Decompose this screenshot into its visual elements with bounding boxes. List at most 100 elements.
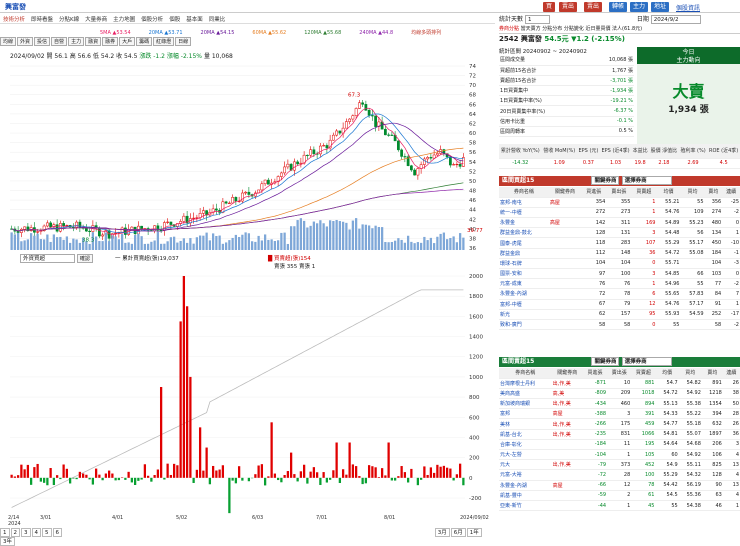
broker-cell: 57.83 [680, 289, 704, 299]
address-button[interactable]: 地址 [651, 2, 669, 12]
candle [345, 122, 347, 129]
broker-cell: 252 [705, 309, 723, 319]
tab-map[interactable]: 主力地圖 [110, 14, 138, 24]
broker-row[interactable]: 永豐金-內湖高屋-66127854.4256.199013 [499, 480, 740, 490]
page-tab[interactable]: 6 [53, 528, 63, 537]
broker-cell: 26 [723, 378, 740, 388]
tool-big[interactable]: 大戶 [119, 37, 135, 46]
page-tab[interactable]: 5 [42, 528, 52, 537]
chip-bar [176, 465, 178, 478]
tool-daily[interactable]: 日線 [175, 37, 191, 46]
broker-row[interactable]: 群益金鼎1121483654.7255.08184-1 [499, 248, 740, 258]
range-3m[interactable]: 3月 [435, 528, 450, 537]
volume-bar [199, 236, 201, 250]
broker-row[interactable]: 凱基-豐中-5926154.555.36634 [499, 490, 740, 500]
broker-row[interactable]: 美林出,作,美-26617545954.7755.1863226 [499, 419, 740, 429]
tab-realtime[interactable]: 即時看盤 [28, 14, 56, 24]
confirm-button[interactable]: 確認 [77, 254, 93, 263]
broker-row[interactable]: 群益金鼎-鼓北128131354.48561341 [499, 228, 740, 238]
broker-row[interactable]: 環球-石牌104104055.71104-3 [499, 258, 740, 268]
tool-light[interactable]: 紅綠燈 [153, 37, 174, 46]
price-chart[interactable]: 7472706866646260585654525048464442403836… [10, 60, 490, 252]
broker-row[interactable]: 元大出,作,美-7937345254.955.1182513 [499, 460, 740, 470]
broker-cell: 195 [631, 439, 655, 449]
broker-cell: 209 [607, 388, 631, 398]
tool-dealer[interactable]: 自營 [51, 37, 67, 46]
tab-kline[interactable]: 分點K線 [56, 14, 82, 24]
range-1y[interactable]: 1年 [467, 528, 482, 537]
broker-row[interactable]: 台灣摩根士丹利出,作,美-8711088154.754.8289126 [499, 378, 740, 388]
tab-tech[interactable]: 技術分析 [0, 14, 28, 24]
tab-broker[interactable]: 大量券商 [82, 14, 110, 24]
chip-bar [407, 478, 409, 483]
tool-main[interactable]: 主力 [68, 37, 84, 46]
broker-row[interactable]: 富邦-中壢67791254.7657.17911 [499, 299, 740, 309]
page-tab[interactable]: 3 [21, 528, 31, 537]
broker-row[interactable]: 國票-安和97100354.85661030 [499, 269, 740, 279]
broker-row[interactable]: 合庫-彰化-1841119554.6454.682063 [499, 439, 740, 449]
range-6m[interactable]: 6月 [451, 528, 466, 537]
tab-analysis[interactable]: 個股分析 [138, 14, 166, 24]
volume-bar [449, 238, 451, 250]
date-tick: 6/03 [252, 515, 263, 521]
candle [397, 141, 399, 150]
broker-row[interactable]: 致和-廣門585805558-2 [499, 319, 740, 329]
broker-cell: 104 [606, 258, 631, 268]
chip-bar [365, 478, 367, 483]
page-tab[interactable]: 4 [32, 528, 42, 537]
broker-row[interactable]: 元富-成東7676154.965577-2 [499, 279, 740, 289]
broker-cell: 112 [581, 248, 606, 258]
volume-bar [27, 239, 29, 250]
stat-value: -3,701 張 [586, 75, 634, 85]
broker-row[interactable]: 富邦-南屯高屋354355155.2155356-25 [499, 197, 740, 207]
broker-cell: 55.22 [679, 409, 702, 419]
tool-trust[interactable]: 投信 [34, 37, 50, 46]
broker-row[interactable]: 元大-左營-10411056054.921064 [499, 450, 740, 460]
range-3y[interactable]: 3年 [0, 537, 15, 546]
page-tab[interactable]: 2 [11, 528, 21, 537]
main-force-button[interactable]: 主力 [630, 2, 648, 12]
broker-row[interactable]: 永豐金高屋14231116954.8955.234800 [499, 218, 740, 228]
stock-info-link[interactable]: 個股資訊 [676, 3, 700, 12]
broker-row[interactable]: 富邦高屋-388339154.3355.2239428 [499, 409, 740, 419]
chip-chart[interactable]: 2000180016001400120010008006004002000-20… [10, 268, 490, 514]
volume-bar [446, 239, 448, 250]
broker-row[interactable]: 永豐金-內湖7278655.6557.83847 [499, 289, 740, 299]
broker-row[interactable]: 凱基-台北出,作,美-235831106654.8155.07189736 [499, 429, 740, 439]
broker-cell: 元富-大裕 [499, 470, 552, 480]
tool-foreign[interactable]: 外資 [17, 37, 33, 46]
transfer-button[interactable]: 轉帳 [609, 2, 627, 12]
tool-chips[interactable]: 籌碼 [136, 37, 152, 46]
chip-bar [46, 478, 48, 485]
period-select[interactable]: 1 [525, 15, 550, 24]
tab-fundamental[interactable]: 基本面 [183, 14, 206, 24]
broker-row[interactable]: 新光621579555.9354.59252-17 [499, 309, 740, 319]
volume-bar [329, 220, 331, 250]
price: 54.5元 [544, 35, 568, 43]
buy-button[interactable]: 買 [543, 2, 555, 12]
broker-row[interactable]: 新加坡商瑞銀出,作,美-43446089455.1355.38135450 [499, 399, 740, 409]
broker-row[interactable]: 統一-中壢272273154.76109274-2 [499, 207, 740, 217]
volume-bar [397, 238, 399, 250]
tab-peer[interactable]: 同業比 [206, 14, 229, 24]
volume-bar [225, 242, 227, 250]
broker-row[interactable]: 美商高盛高,美-809209101854.7254.92121838 [499, 388, 740, 398]
tool-ma[interactable]: 均線 [0, 37, 16, 46]
broker-cell: 91 [705, 299, 723, 309]
broker-row[interactable]: 元富-大裕-722810055.2954.321284 [499, 470, 740, 480]
sell-button[interactable]: 賣出 [559, 2, 577, 12]
tool-margin[interactable]: 融資 [85, 37, 101, 46]
lower-indicator-select[interactable]: 外資買超 [20, 254, 75, 263]
tab-stock[interactable]: 個股 [166, 14, 183, 24]
date-select[interactable]: 2024/9/2 [651, 15, 701, 24]
tool-short[interactable]: 融券 [102, 37, 118, 46]
broker-row[interactable]: 亞東-新竹-441455554.38461 [499, 500, 740, 510]
volume-bar [423, 237, 425, 250]
broker-row[interactable]: 國泰-虎尾11828310755.2955.17450-10 [499, 238, 740, 248]
sell-button-2[interactable]: 賣出 [584, 2, 602, 12]
volume-bar [365, 225, 367, 250]
broker-cell: 13 [723, 460, 740, 470]
candle [131, 227, 133, 229]
page-tab[interactable]: 1 [0, 528, 10, 537]
volume-bar [306, 227, 308, 250]
